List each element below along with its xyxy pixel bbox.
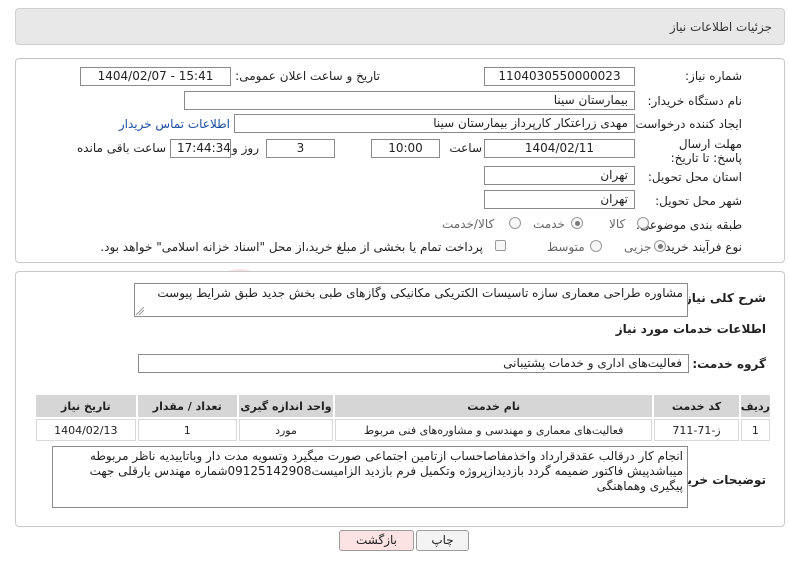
announce-datetime-field: 1404/02/07 - 15:41	[80, 67, 231, 86]
category-label: طبقه بندی موضوعی:	[635, 218, 742, 232]
buyer-org-field: بیمارستان سینا	[184, 91, 635, 110]
process-option-medium: متوسط	[547, 240, 585, 254]
process-radio-medium[interactable]	[590, 240, 602, 252]
province-label: استان محل تحویل:	[647, 170, 742, 184]
col-need-date: تاریخ نیاز	[36, 395, 136, 417]
col-row: ردیف	[740, 395, 770, 417]
cell-need-date: 1404/02/13	[36, 419, 136, 441]
remaining-time-label: ساعت باقی مانده	[76, 141, 166, 155]
col-service-name: نام خدمت	[335, 395, 653, 417]
days-remaining-field: 3	[266, 139, 335, 158]
back-button[interactable]: بازگشت	[339, 530, 414, 551]
category-option-service: خدمت	[533, 217, 565, 231]
requester-label: ایجاد کننده درخواست:	[631, 117, 742, 131]
cell-quantity: 1	[137, 419, 237, 441]
col-quantity: تعداد / مقدار	[137, 395, 237, 417]
process-radio-minor[interactable]	[654, 240, 666, 252]
cell-service-code: ز-71-711	[654, 419, 739, 441]
category-option-goods-service: کالا/خدمت	[442, 217, 495, 231]
service-group-field: فعالیت‌های اداری و خدمات پشتیبانی	[138, 354, 689, 373]
remaining-time-field: 17:44:34	[170, 139, 231, 158]
deadline-label: مهلت ارسال پاسخ: تا تاریخ:	[670, 137, 742, 165]
page-title: جزئیات اطلاعات نیاز	[669, 20, 772, 34]
announce-datetime-label: تاریخ و ساعت اعلان عمومی:	[235, 69, 380, 83]
buyer-notes-field: انجام کار درقالب عقدقرارداد واخذمفاصاحسا…	[52, 446, 688, 508]
cell-row: 1	[740, 419, 770, 441]
service-group-label: گروه خدمت:	[692, 357, 766, 371]
city-field: تهران	[484, 190, 635, 209]
province-field: تهران	[484, 166, 635, 185]
buyer-contact-link[interactable]: اطلاعات تماس خریدار	[119, 117, 230, 131]
requester-field: مهدی زراعتکار کارپرداز بیمارستان سینا	[234, 114, 635, 133]
purchase-process-label: نوع فرآیند خرید :	[657, 240, 742, 254]
treasury-payment-checkbox[interactable]	[495, 240, 506, 251]
buyer-org-label: نام دستگاه خریدار:	[647, 94, 743, 108]
page-header: جزئیات اطلاعات نیاز	[15, 8, 785, 45]
deadline-time-field: 10:00	[371, 139, 440, 158]
days-label: روز و	[232, 141, 259, 155]
print-button[interactable]: چاپ	[416, 530, 469, 551]
city-label: شهر محل تحویل:	[655, 194, 742, 208]
category-radio-goods[interactable]	[637, 217, 649, 229]
services-table-header: ردیف کد خدمت نام خدمت واحد اندازه گیری ت…	[36, 395, 770, 417]
col-unit: واحد اندازه گیری	[238, 395, 334, 417]
cell-service-name: فعالیت‌های معماری و مهندسی و مشاوره‌های …	[335, 419, 653, 441]
table-row: 1 ز-71-711 فعالیت‌های معماری و مهندسی و …	[36, 419, 770, 441]
resize-grip-icon[interactable]	[136, 307, 144, 315]
treasury-payment-note: پرداخت تمام یا بخشی از مبلغ خرید،از محل …	[100, 240, 483, 254]
process-option-minor: جزیی	[624, 240, 652, 254]
description-field: مشاوره طراحی معماری سازه تاسیسات الکتریک…	[134, 283, 688, 317]
description-label: شرح کلی نیاز:	[680, 291, 766, 305]
cell-unit: مورد	[238, 419, 334, 441]
deadline-date-field: 1404/02/11	[484, 139, 635, 158]
col-service-code: کد خدمت	[654, 395, 739, 417]
category-option-goods: کالا	[609, 217, 626, 231]
category-radio-service[interactable]	[571, 217, 583, 229]
category-radio-goods-service[interactable]	[509, 217, 521, 229]
need-number-field: 1104030550000023	[484, 67, 635, 86]
services-section-title: اطلاعات خدمات مورد نیاز	[615, 322, 766, 336]
services-table: ردیف کد خدمت نام خدمت واحد اندازه گیری ت…	[34, 393, 772, 443]
need-number-label: شماره نیاز:	[685, 69, 742, 83]
deadline-time-label: ساعت	[449, 141, 482, 155]
